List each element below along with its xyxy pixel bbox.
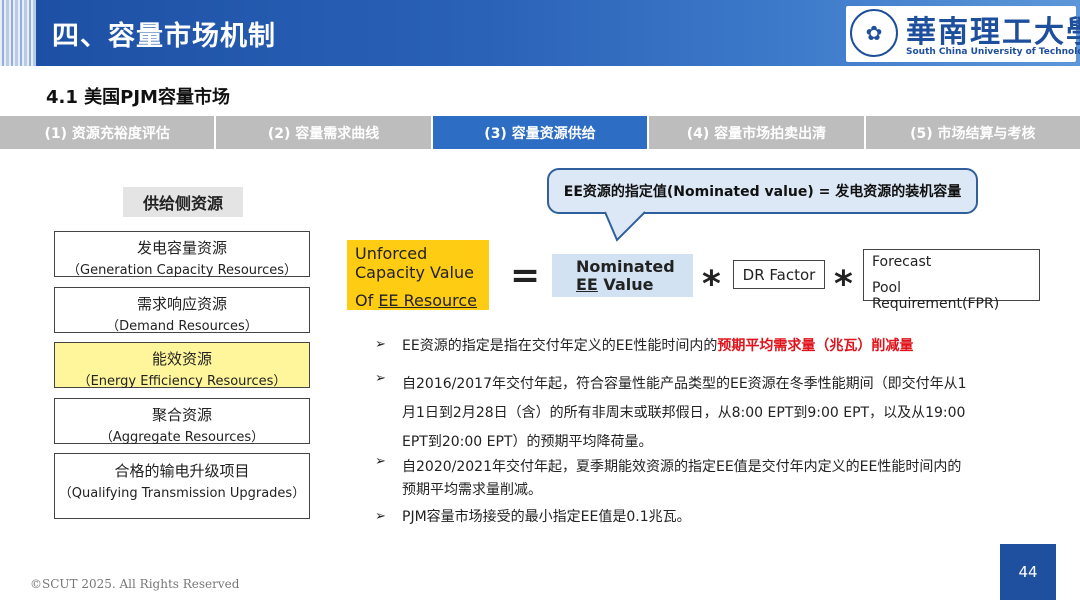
bullet-text: PJM容量市场接受的最小指定EE值是0.1兆瓦。 bbox=[402, 509, 691, 525]
arrow-bullet-icon: ➢ bbox=[375, 454, 386, 469]
equals-sign: = bbox=[510, 255, 541, 296]
ucv-line-1: Unforced bbox=[355, 244, 428, 263]
university-name-zh: 華南理工大學 bbox=[906, 15, 1080, 50]
resource-box-energy-efficiency: 能效资源 （Energy Efficiency Resources） bbox=[54, 342, 310, 389]
supply-side-title: 供给侧资源 bbox=[123, 187, 243, 217]
copyright-notice: ©SCUT 2025. All Rights Reserved bbox=[30, 577, 240, 591]
bullet-text: EE资源的指定是指在交付年定义的EE性能时间内的 bbox=[402, 338, 718, 354]
bullet-highlight: 预期平均需求量（兆瓦）削减量 bbox=[717, 338, 914, 354]
bullet-text-line: 月1日到2月28日（含）的所有非周末或联邦假日，从8:00 EPT到9:00 E… bbox=[402, 405, 966, 421]
resource-box-demand: 需求响应资源 （Demand Resources） bbox=[54, 287, 310, 334]
tab-resource-supply[interactable]: (3) 容量资源供给 bbox=[432, 116, 650, 149]
nominated-value-callout: EE资源的指定值(Nominated value) = 发电资源的装机容量 bbox=[547, 168, 978, 214]
ucv-of-label: Of bbox=[355, 291, 379, 310]
tab-resource-adequacy[interactable]: (1) 资源充裕度评估 bbox=[0, 116, 217, 149]
multiply-sign: * bbox=[834, 264, 853, 305]
ucv-line-3: Of EE Resource bbox=[355, 291, 481, 310]
arrow-bullet-icon: ➢ bbox=[375, 337, 386, 352]
fpr-line-2: Pool Requirement(FPR) bbox=[872, 280, 1000, 312]
nominated-ee-value-box: Nominated EE Value bbox=[552, 254, 693, 297]
university-name-en: South China University of Technology bbox=[906, 47, 1080, 57]
resource-en-label: （Demand Resources） bbox=[106, 319, 258, 334]
tab-settlement[interactable]: (5) 市场结算与考核 bbox=[865, 116, 1080, 149]
resource-en-label: （Generation Capacity Resources） bbox=[67, 263, 297, 278]
arrow-bullet-icon: ➢ bbox=[375, 509, 386, 524]
bullet-item: ➢ EE资源的指定是指在交付年定义的EE性能时间内的预期平均需求量（兆瓦）削减量 bbox=[375, 337, 914, 355]
resource-en-label: （Aggregate Resources） bbox=[99, 430, 265, 445]
ee-link[interactable]: EE bbox=[576, 275, 598, 294]
university-seal-icon: ✿ bbox=[850, 9, 898, 57]
bullet-text-line: 自2016/2017年交付年起，符合容量性能产品类型的EE资源在冬季性能期间（即… bbox=[402, 376, 967, 392]
ucv-line-2: Capacity Value bbox=[355, 263, 474, 282]
bullet-text-line: 自2020/2021年交付年起，夏季期能效资源的指定EE值是交付年内定义的EE性… bbox=[402, 459, 962, 475]
ee-resource-link[interactable]: EE Resource bbox=[378, 291, 477, 310]
nominated-line-1: Nominated bbox=[576, 256, 675, 276]
callout-pointer bbox=[605, 211, 646, 242]
header-stripe-decoration bbox=[0, 0, 36, 66]
fpr-line-1: Forecast bbox=[872, 254, 932, 270]
resource-en-label: （Energy Efficiency Resources） bbox=[77, 374, 287, 389]
topic-tab-bar: (1) 资源充裕度评估 (2) 容量需求曲线 (3) 容量资源供给 (4) 容量… bbox=[0, 116, 1080, 149]
bullet-item: ➢ 自2016/2017年交付年起，符合容量性能产品类型的EE资源在冬季性能期间… bbox=[375, 370, 967, 457]
tab-auction-clearing[interactable]: (4) 容量市场拍卖出清 bbox=[649, 116, 866, 149]
multiply-sign: * bbox=[702, 264, 721, 305]
university-logo: ✿ 華南理工大學 South China University of Techn… bbox=[846, 6, 1080, 62]
dr-factor-box: DR Factor bbox=[733, 260, 825, 289]
resource-zh-label: 合格的输电升级项目 bbox=[114, 462, 250, 480]
slide-title: 四、容量市场机制 bbox=[52, 21, 276, 52]
resource-box-transmission: 合格的输电升级项目 （Qualifying Transmission Upgra… bbox=[54, 453, 310, 519]
bullet-text-line: 预期平均需求量削减。 bbox=[402, 482, 542, 498]
bullet-item: ➢ PJM容量市场接受的最小指定EE值是0.1兆瓦。 bbox=[375, 508, 691, 526]
resource-box-generation: 发电容量资源 （Generation Capacity Resources） bbox=[54, 231, 310, 278]
nominated-line-2: EE Value bbox=[576, 274, 693, 294]
resource-en-label: （Qualifying Transmission Upgrades） bbox=[58, 486, 306, 501]
arrow-bullet-icon: ➢ bbox=[375, 371, 386, 386]
unforced-capacity-box: Unforced Capacity Value Of EE Resource bbox=[347, 240, 489, 310]
section-subtitle: 4.1 美国PJM容量市场 bbox=[46, 87, 230, 108]
resource-box-aggregate: 聚合资源 （Aggregate Resources） bbox=[54, 398, 310, 445]
resource-zh-label: 发电容量资源 bbox=[136, 239, 227, 257]
resource-zh-label: 能效资源 bbox=[151, 350, 212, 368]
forecast-pool-requirement-box: Forecast Pool Requirement(FPR) bbox=[863, 249, 1040, 312]
resource-zh-label: 聚合资源 bbox=[151, 406, 212, 424]
value-label: Value bbox=[597, 274, 654, 294]
tab-demand-curve[interactable]: (2) 容量需求曲线 bbox=[216, 116, 433, 149]
bullet-text-line: EPT到20:00 EPT）的预期平均降荷量。 bbox=[402, 434, 653, 450]
bullet-item: ➢ 自2020/2021年交付年起，夏季期能效资源的指定EE值是交付年内定义的E… bbox=[375, 454, 962, 502]
slide-header: 四、容量市场机制 ✿ 華南理工大學 South China University… bbox=[0, 0, 1080, 66]
page-number: 44 bbox=[1000, 544, 1056, 600]
resource-zh-label: 需求响应资源 bbox=[136, 295, 227, 313]
